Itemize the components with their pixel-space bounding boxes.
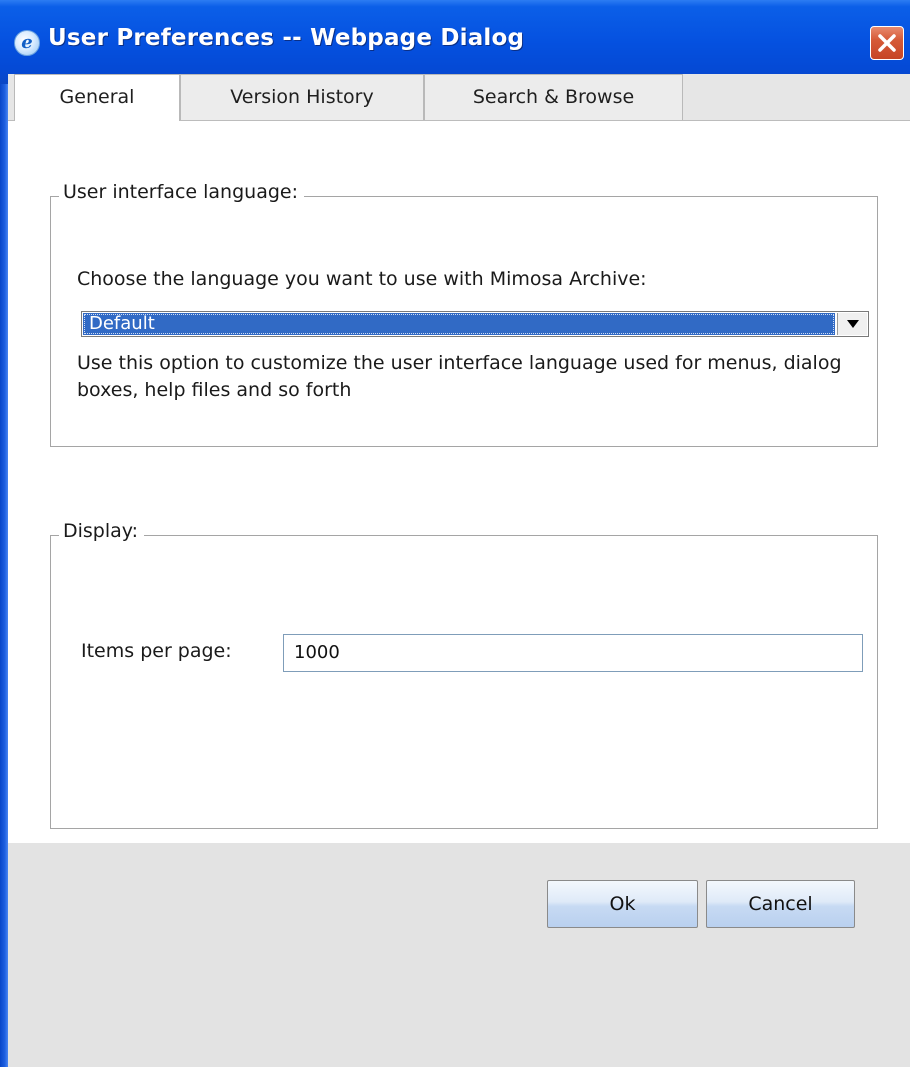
dialog-footer: Ok Cancel <box>8 843 910 1067</box>
close-icon <box>878 34 896 52</box>
display-groupbox: Display: Items per page: 1000 <box>50 520 878 829</box>
display-group-legend: Display: <box>59 520 145 542</box>
tab-version-history[interactable]: Version History <box>180 74 424 120</box>
tab-panel-general: User interface language: Choose the lang… <box>8 121 910 843</box>
window-title: User Preferences -- Webpage Dialog <box>48 25 525 51</box>
window-frame-left <box>0 84 8 1067</box>
cancel-button[interactable]: Cancel <box>706 880 855 928</box>
close-button[interactable] <box>870 26 904 60</box>
chevron-down-icon <box>847 320 859 328</box>
language-help-text: Use this option to customize the user in… <box>77 352 842 401</box>
items-per-page-label: Items per page: <box>81 640 232 662</box>
language-select-value: Default <box>83 313 835 335</box>
tab-general[interactable]: General <box>14 74 180 121</box>
language-prompt: Choose the language you want to use with… <box>77 268 647 290</box>
title-bar: e User Preferences -- Webpage Dialog <box>0 0 910 84</box>
tab-search-browse[interactable]: Search & Browse <box>424 74 683 120</box>
items-per-page-input[interactable]: 1000 <box>283 634 863 672</box>
language-select[interactable]: Default <box>81 311 869 337</box>
tab-strip: General Version History Search & Browse <box>8 74 910 121</box>
language-groupbox: User interface language: Choose the lang… <box>50 181 878 447</box>
dropdown-button[interactable] <box>837 313 867 335</box>
ok-button[interactable]: Ok <box>547 880 698 928</box>
language-group-legend: User interface language: <box>59 181 304 203</box>
ie-icon: e <box>14 30 40 56</box>
